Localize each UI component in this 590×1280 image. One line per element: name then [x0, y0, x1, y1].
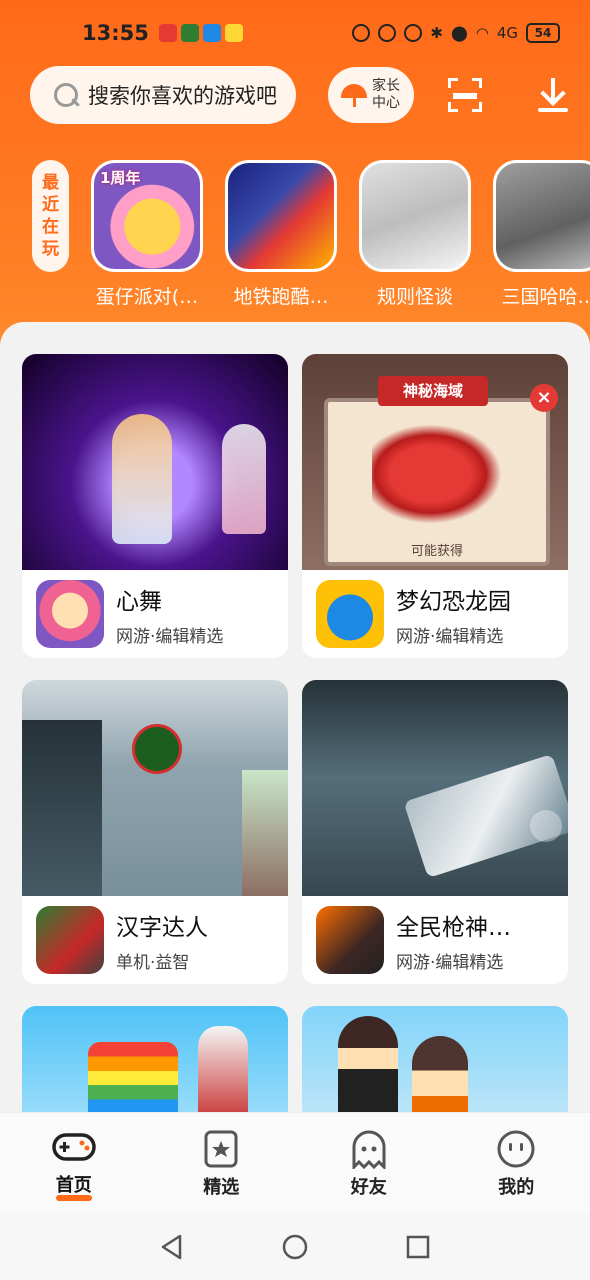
card-banner-caption: 可能获得: [410, 544, 463, 559]
status-time: 13:55: [82, 21, 149, 45]
card-info: 全民枪神… 网游·编辑精选: [302, 896, 568, 984]
card-banner-title: 神秘海域: [378, 376, 488, 406]
game-icon: [493, 160, 590, 272]
game-screenshot: 神秘海域 可能获得 ×: [302, 354, 568, 570]
game-card-dream-dino-park[interactable]: 神秘海域 可能获得 × 梦幻恐龙园 网游·编辑精选: [302, 354, 568, 658]
header-background: 13:55 ✱ ⬤ ◠ 4G 54 搜索你喜欢的游戏吧 家长中心 最近在玩 1周…: [0, 0, 590, 360]
recent-game-subway-surfers[interactable]: 地铁跑酷…: [225, 160, 337, 310]
game-screenshot: [22, 354, 288, 570]
card-info: 心舞 网游·编辑精选: [22, 570, 288, 658]
game-card-5[interactable]: [22, 1006, 288, 1122]
bluetooth-icon: ✱: [430, 24, 443, 42]
alarm-icon: [404, 24, 423, 42]
game-card-national-gun-god[interactable]: 全民枪神… 网游·编辑精选: [302, 680, 568, 984]
signal-label: 4G: [496, 24, 518, 42]
recently-played-row: 最近在玩 1周年 蛋仔派对(… 地铁跑酷… 规则怪谈 三国哈哈…: [32, 160, 590, 310]
card-title: 梦幻恐龙园: [396, 588, 511, 615]
game-icon: [359, 160, 471, 272]
game-icon: 1周年: [91, 160, 203, 272]
umbrella-icon: [341, 82, 367, 108]
gamepad-icon: [51, 1127, 97, 1167]
status-bar: 13:55 ✱ ⬤ ◠ 4G 54: [0, 0, 590, 66]
game-icon: [225, 160, 337, 272]
home-icon[interactable]: [281, 1233, 309, 1261]
recent-game-label: 三国哈哈…: [501, 286, 590, 308]
recents-icon[interactable]: [404, 1233, 432, 1261]
game-screenshot: [302, 680, 568, 896]
card-info: 梦幻恐龙园 网游·编辑精选: [302, 570, 568, 658]
video-app-icon: [158, 24, 177, 42]
ghost-icon: [346, 1129, 392, 1171]
rotate-icon[interactable]: [530, 810, 562, 842]
nav-label-friends: 好友: [350, 1176, 387, 1198]
scan-icon[interactable]: [448, 78, 482, 112]
system-navigation-bar: [0, 1214, 590, 1280]
wechat-icon: [180, 24, 199, 42]
nav-label-mine: 我的: [498, 1176, 535, 1198]
nav-home[interactable]: 首页: [24, 1127, 124, 1201]
star-bookmark-icon: [198, 1129, 244, 1169]
status-notification-icons: [158, 24, 243, 42]
active-indicator: [55, 1194, 92, 1201]
game-icon: [36, 580, 104, 648]
search-app-icon: [202, 24, 221, 42]
smile-face-icon: [493, 1129, 539, 1169]
recent-game-three-kingdoms[interactable]: 三国哈哈…: [493, 160, 590, 310]
game-icon: [316, 580, 384, 648]
location-icon: ⬤: [450, 24, 468, 42]
game-feed[interactable]: 心舞 网游·编辑精选 神秘海域 可能获得 × 梦幻恐龙园 网游·编辑精选 汉字达…: [0, 322, 590, 1122]
nav-mine[interactable]: 我的: [466, 1129, 566, 1199]
search-icon: [52, 81, 80, 109]
parent-center-button[interactable]: 家长中心: [328, 67, 414, 123]
recently-played-tag: 最近在玩: [32, 160, 69, 272]
nfc-icon: [352, 24, 371, 42]
nav-label-featured: 精选: [203, 1176, 240, 1198]
card-info: 汉字达人 单机·益智: [22, 896, 288, 984]
search-input[interactable]: 搜索你喜欢的游戏吧: [30, 66, 296, 124]
game-card-6[interactable]: [302, 1006, 568, 1122]
card-title: 心舞: [116, 588, 162, 615]
recent-game-label: 地铁跑酷…: [233, 286, 329, 308]
card-title: 全民枪神…: [396, 914, 511, 941]
card-subtitle: 网游·编辑精选: [396, 626, 504, 647]
recent-game-rule-horror[interactable]: 规则怪谈: [359, 160, 471, 310]
wifi-icon: ◠: [475, 24, 489, 42]
bottom-navigation: 首页 精选 好友 我的: [0, 1112, 590, 1214]
nav-featured[interactable]: 精选: [171, 1129, 271, 1199]
game-card-hanzi-master[interactable]: 汉字达人 单机·益智: [22, 680, 288, 984]
nav-friends[interactable]: 好友: [319, 1129, 419, 1199]
anniversary-badge: 1周年: [100, 169, 141, 187]
search-placeholder: 搜索你喜欢的游戏吧: [88, 84, 277, 108]
card-subtitle: 网游·编辑精选: [396, 952, 504, 973]
game-screenshot: [22, 1006, 288, 1122]
battery-icon: 54: [526, 23, 560, 43]
search-row: 搜索你喜欢的游戏吧 家长中心: [30, 66, 570, 124]
card-subtitle: 单机·益智: [116, 952, 190, 973]
game-icon: [36, 906, 104, 974]
card-title: 汉字达人: [116, 914, 208, 941]
download-icon[interactable]: [538, 78, 568, 112]
game-screenshot: [302, 1006, 568, 1122]
game-card-xinwu[interactable]: 心舞 网游·编辑精选: [22, 354, 288, 658]
recent-game-label: 规则怪谈: [376, 286, 453, 308]
game-icon: [316, 906, 384, 974]
app-grid-icon: [224, 24, 243, 42]
card-subtitle: 网游·编辑精选: [116, 626, 224, 647]
eye-icon: [378, 24, 397, 42]
close-icon[interactable]: ×: [530, 384, 558, 412]
back-icon[interactable]: [158, 1233, 186, 1261]
nav-label-home: 首页: [55, 1174, 92, 1196]
game-screenshot: [22, 680, 288, 896]
parent-center-label: 家长中心: [372, 78, 400, 111]
recent-game-label: 蛋仔派对(…: [95, 286, 199, 308]
recent-game-eggy-party[interactable]: 1周年 蛋仔派对(…: [91, 160, 203, 310]
status-indicators: ✱ ⬤ ◠ 4G 54: [352, 23, 560, 43]
